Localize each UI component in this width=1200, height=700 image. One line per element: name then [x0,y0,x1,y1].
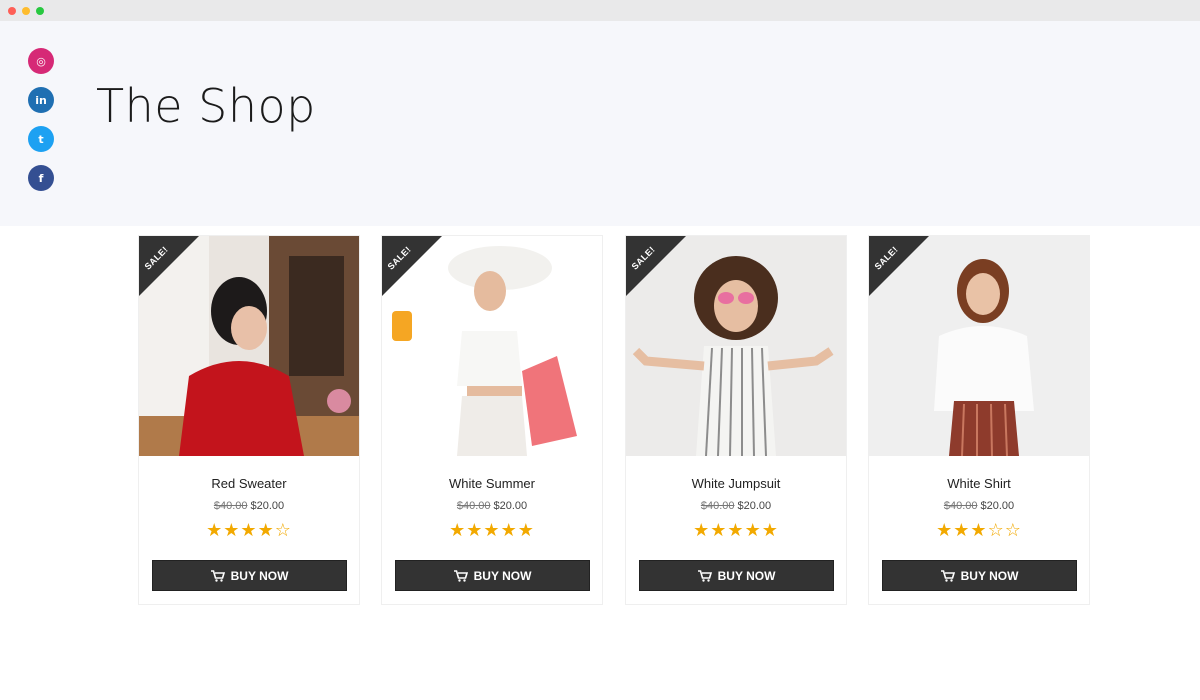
instagram-icon[interactable]: ◎ [28,48,54,74]
product-name[interactable]: White Shirt [869,476,1089,491]
sale-price: $20.00 [493,500,528,512]
old-price: $40.00 [700,500,735,512]
sale-price: $20.00 [737,500,772,512]
buy-now-button[interactable]: BUY NOW [152,560,347,591]
product-card[interactable]: SALE! Red Sweater $40.00 $20.00 ★★★★☆ BUY… [138,235,360,605]
sale-badge: SALE! [869,236,929,296]
buy-now-button[interactable]: BUY NOW [639,560,834,591]
cart-icon [940,569,955,582]
star-rating: ★★★★★ [693,520,779,541]
twitter-icon[interactable]: t [28,126,54,152]
product-card[interactable]: SALE! White Summer $40.00 $20.00 ★★★★★ BU… [381,235,603,605]
cart-icon [697,569,712,582]
sale-badge: SALE! [139,236,199,296]
buy-now-button[interactable]: BUY NOW [882,560,1077,591]
product-price: $40.00 $20.00 [382,500,602,512]
sale-badge: SALE! [382,236,442,296]
cart-icon [210,569,225,582]
linkedin-icon[interactable]: in [28,87,54,113]
browser-titlebar [0,0,1200,21]
old-price: $40.00 [456,500,491,512]
old-price: $40.00 [943,500,978,512]
old-price: $40.00 [213,500,248,512]
cart-icon [453,569,468,582]
close-window-button[interactable] [8,7,16,15]
buy-now-button[interactable]: BUY NOW [395,560,590,591]
facebook-icon[interactable]: f [28,165,54,191]
product-price: $40.00 $20.00 [139,500,359,512]
star-rating: ★★★★★ [449,520,535,541]
product-name[interactable]: Red Sweater [139,476,359,491]
buy-now-label: BUY NOW [960,568,1019,583]
product-price: $40.00 $20.00 [869,500,1089,512]
sale-badge: SALE! [626,236,686,296]
product-card[interactable]: SALE! White Jumpsuit $40.00 $20.00 ★★★★★ … [625,235,847,605]
minimize-window-button[interactable] [22,7,30,15]
product-card[interactable]: SALE! White Shirt $40.00 $20.00 ★★★☆☆ BUY… [868,235,1090,605]
page-title: The Shop [96,79,316,133]
product-name[interactable]: White Summer [382,476,602,491]
maximize-window-button[interactable] [36,7,44,15]
buy-now-label: BUY NOW [230,568,289,583]
page-header: ◎ in t f The Shop [0,21,1200,226]
sale-price: $20.00 [250,500,285,512]
sale-price: $20.00 [980,500,1015,512]
buy-now-label: BUY NOW [717,568,776,583]
star-rating: ★★★★☆ [206,520,292,541]
product-name[interactable]: White Jumpsuit [626,476,846,491]
product-price: $40.00 $20.00 [626,500,846,512]
buy-now-label: BUY NOW [473,568,532,583]
star-rating: ★★★☆☆ [936,520,1022,541]
